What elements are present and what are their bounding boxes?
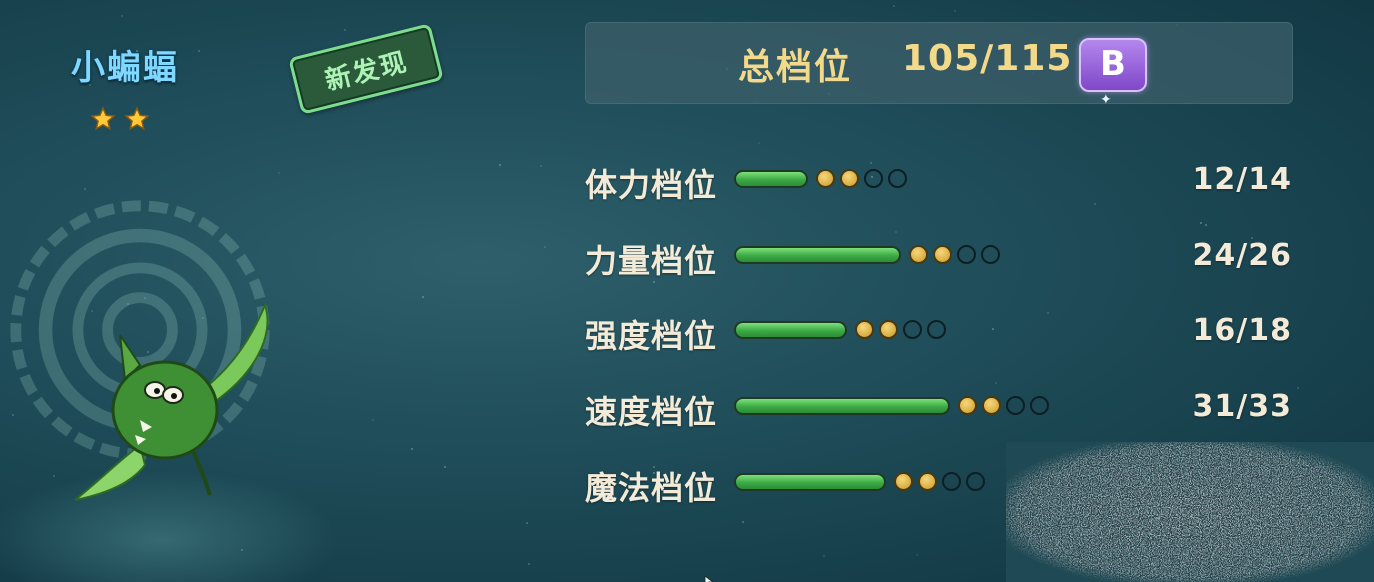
dot-empty [927, 320, 946, 339]
dot-filled [982, 396, 1001, 415]
background-speck [1200, 222, 1202, 224]
total-label: 总档位 [738, 47, 853, 88]
new-discovery-badge: 新发现 [288, 23, 444, 115]
stat-progress-bar [734, 473, 886, 491]
background-speck [742, 521, 744, 523]
stat-dots [909, 245, 1000, 264]
background-speck [823, 555, 825, 557]
stat-label: 速度档位 [585, 393, 718, 431]
background-speck [411, 448, 413, 450]
background-speck [1205, 224, 1207, 226]
dot-empty [888, 169, 907, 188]
total-value: 105/115 [902, 38, 1073, 79]
dot-empty [903, 320, 922, 339]
background-speck [444, 466, 446, 468]
stat-dots [894, 472, 985, 491]
dot-empty [1030, 396, 1049, 415]
background-speck [344, 29, 346, 31]
dot-filled [894, 472, 913, 491]
dot-empty [864, 169, 883, 188]
background-speck [121, 15, 123, 17]
stat-dots [816, 169, 907, 188]
background-speck [278, 172, 280, 174]
background-speck [916, 554, 918, 556]
background-speck [895, 231, 897, 233]
stat-progress-bar [734, 397, 950, 415]
stat-label: 强度档位 [585, 317, 718, 355]
background-speck [954, 10, 956, 12]
stat-progress-bar [734, 246, 901, 264]
background-speck [893, 5, 895, 7]
stat-dots [958, 396, 1049, 415]
sparkle-icon: ✦ [1100, 92, 1112, 108]
background-speck [992, 328, 994, 330]
background-speck [540, 165, 542, 167]
background-speck [53, 475, 55, 477]
star-rating [90, 106, 150, 132]
dot-filled [909, 245, 928, 264]
stat-value: 31/33 [1192, 389, 1292, 424]
background-speck [526, 522, 528, 524]
background-speck [1297, 387, 1299, 389]
stat-value: 12/14 [1192, 162, 1292, 197]
background-speck [995, 382, 997, 384]
stat-label: 体力档位 [585, 166, 718, 204]
stat-dots [855, 320, 946, 339]
background-speck [544, 246, 546, 248]
dot-empty [1006, 396, 1025, 415]
background-speck [870, 162, 872, 164]
dot-filled [958, 396, 977, 415]
background-speck [499, 164, 501, 166]
star-icon [90, 106, 116, 132]
grade-b-badge: B [1079, 38, 1147, 92]
pet-bat-sprite [60, 295, 290, 515]
stat-label: 魔法档位 [585, 469, 718, 507]
dot-empty [981, 245, 1000, 264]
dot-empty [957, 245, 976, 264]
stat-label: 力量档位 [585, 242, 718, 280]
background-speck [422, 296, 424, 298]
stat-progress-bar [734, 170, 808, 188]
dot-filled [879, 320, 898, 339]
stat-progress-bar [734, 321, 847, 339]
dot-empty [966, 472, 985, 491]
star-icon [124, 106, 150, 132]
background-speck [1094, 203, 1096, 205]
mouse-cursor [704, 572, 716, 582]
background-speck [198, 50, 200, 52]
dot-filled [816, 169, 835, 188]
stat-value: 16/18 [1192, 313, 1292, 348]
dot-filled [855, 320, 874, 339]
dot-empty [942, 472, 961, 491]
pet-name: 小蝙蝠 [71, 48, 179, 88]
background-speck [84, 188, 86, 190]
stat-value: 24/26 [1192, 238, 1292, 273]
dot-filled [918, 472, 937, 491]
dot-filled [933, 245, 952, 264]
background-speck [1047, 312, 1049, 314]
background-speck [758, 142, 760, 144]
background-speck [528, 563, 530, 565]
dot-filled [840, 169, 859, 188]
background-speck [372, 419, 374, 421]
noise-overlay [1006, 442, 1374, 582]
